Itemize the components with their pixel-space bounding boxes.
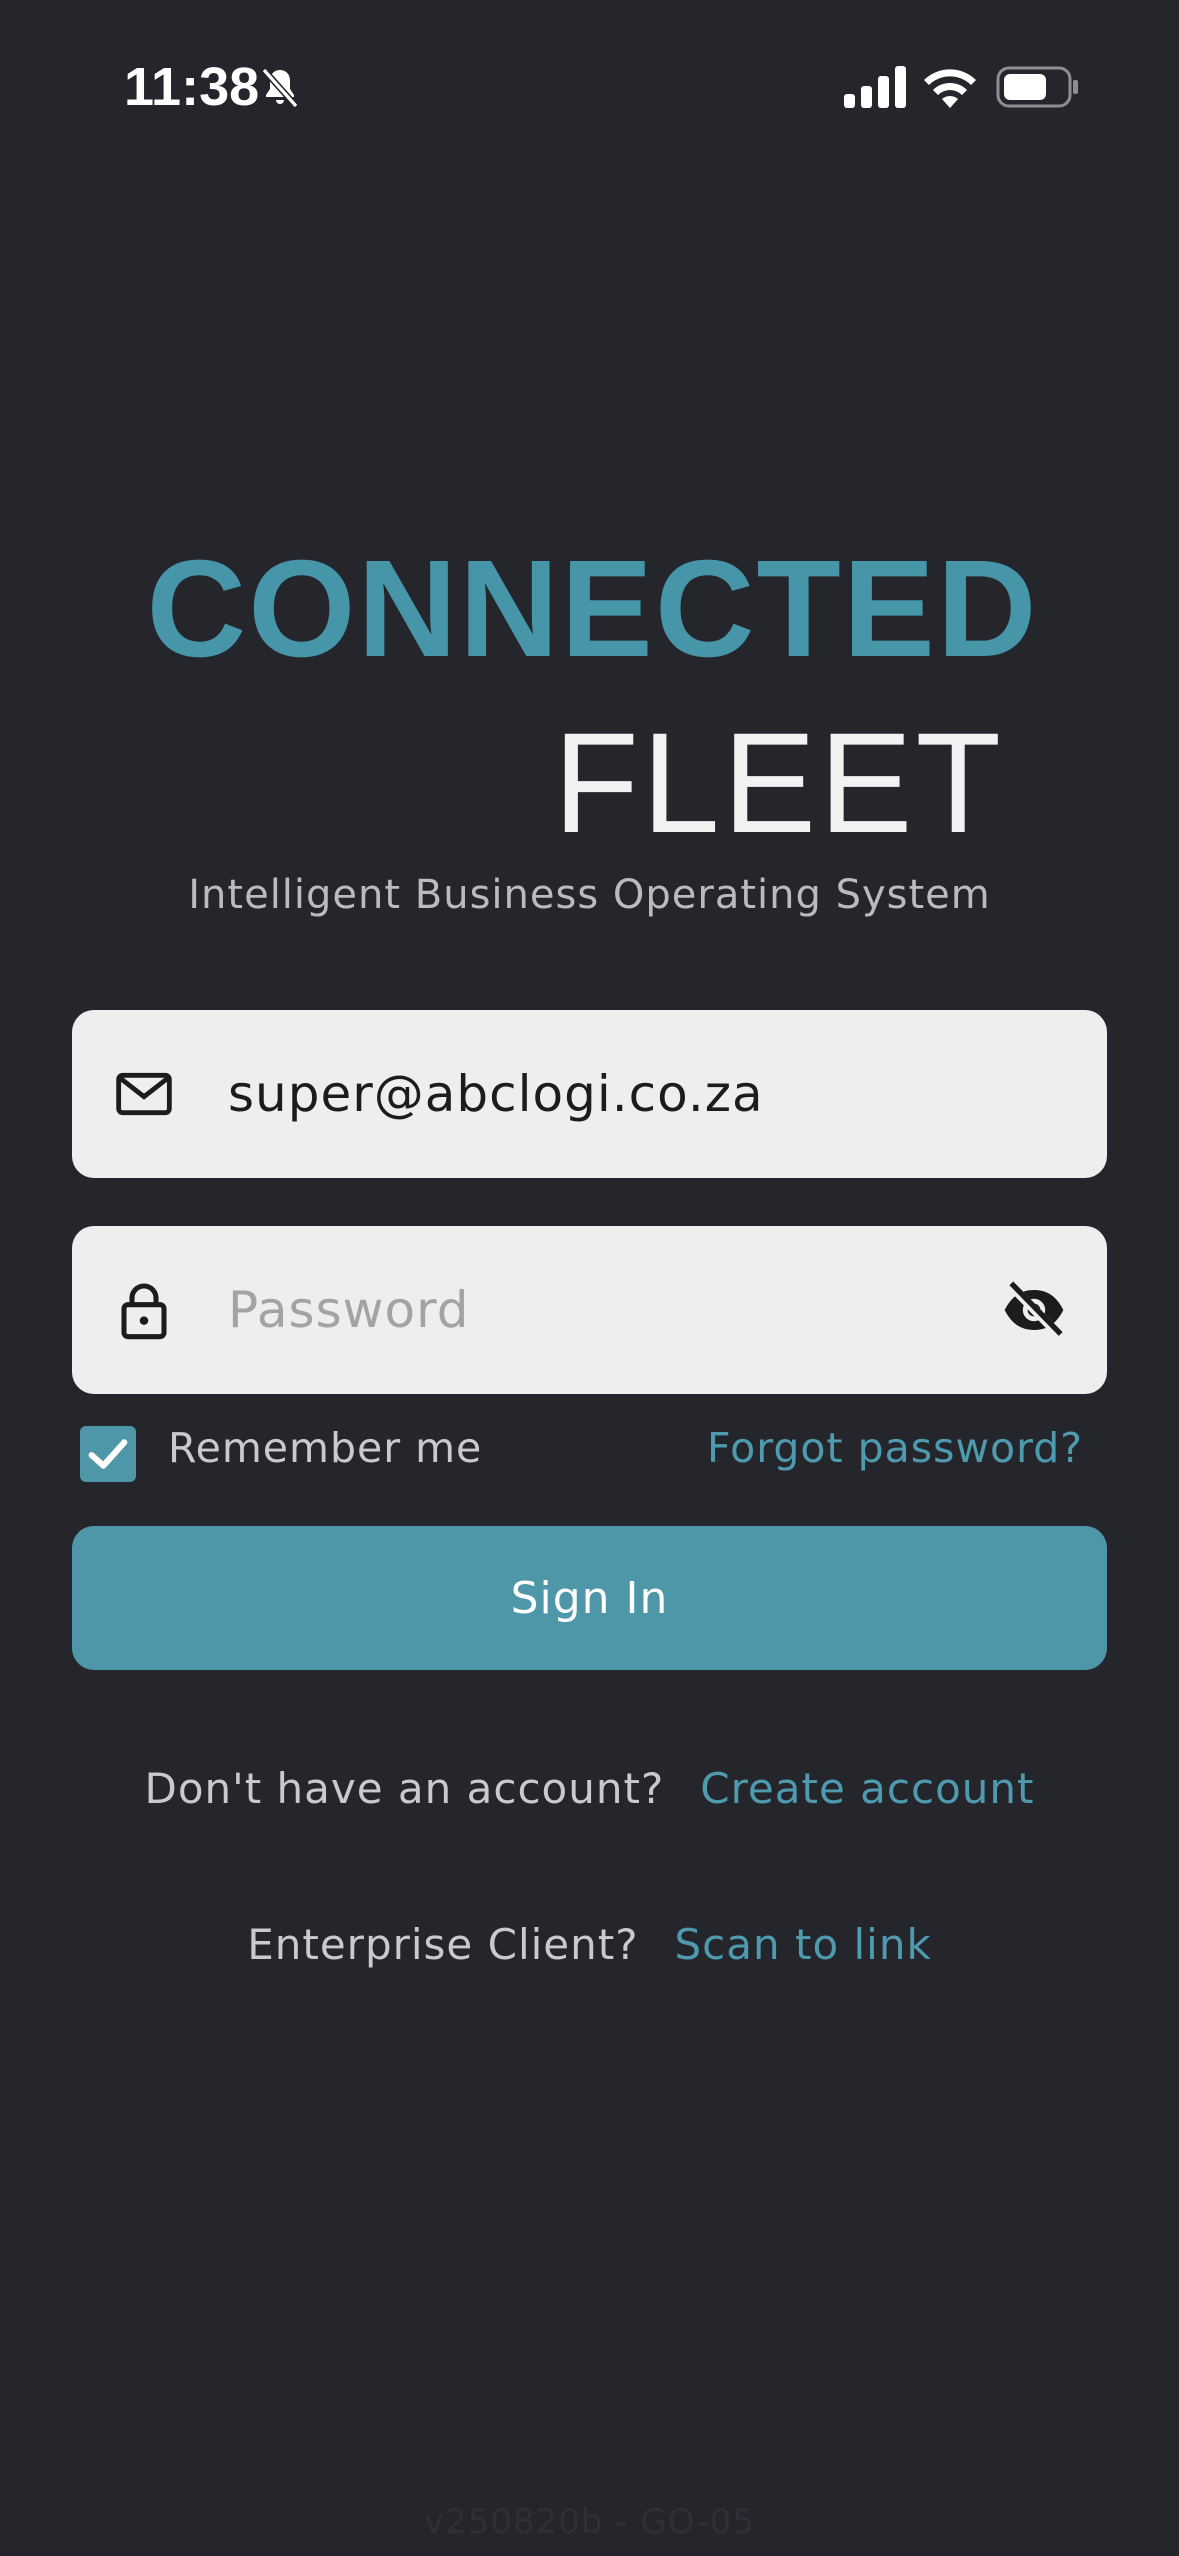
mail-icon bbox=[116, 1072, 172, 1116]
status-time: 11:38 bbox=[124, 57, 260, 117]
cellular-signal-icon bbox=[844, 66, 906, 108]
tagline: Intelligent Business Operating System bbox=[188, 872, 991, 918]
checkmark-icon bbox=[88, 1439, 128, 1469]
email-field[interactable]: super@abclogi.co.za bbox=[72, 1010, 1107, 1178]
remember-label[interactable]: Remember me bbox=[168, 1424, 482, 1472]
logo-connected: CONNECTED bbox=[146, 532, 1039, 686]
email-value[interactable]: super@abclogi.co.za bbox=[228, 1010, 764, 1178]
signup-prompt: Don't have an account? bbox=[144, 1764, 665, 1813]
wifi-icon bbox=[924, 69, 976, 108]
version-label: v250820b - GO-05 bbox=[424, 2502, 755, 2542]
remember-checkbox[interactable] bbox=[80, 1426, 136, 1482]
signup-row: Don't have an account? Create account bbox=[0, 1764, 1179, 1813]
enterprise-row: Enterprise Client? Scan to link bbox=[0, 1920, 1179, 1969]
sign-in-label: Sign In bbox=[510, 1572, 669, 1624]
battery-icon bbox=[996, 66, 1078, 108]
password-field[interactable]: Password bbox=[72, 1226, 1107, 1394]
login-screen: 11:38 CONNECTED FLEET Intelligent Busine… bbox=[0, 0, 1179, 2556]
lock-icon bbox=[121, 1283, 167, 1340]
bell-slash-icon bbox=[261, 67, 299, 109]
enterprise-prompt: Enterprise Client? bbox=[247, 1920, 639, 1969]
logo-fleet: FLEET bbox=[553, 702, 1004, 863]
create-account-link[interactable]: Create account bbox=[700, 1764, 1034, 1813]
scan-to-link-link[interactable]: Scan to link bbox=[675, 1920, 932, 1969]
eye-off-icon[interactable] bbox=[999, 1278, 1069, 1342]
password-placeholder[interactable]: Password bbox=[228, 1226, 470, 1394]
sign-in-button[interactable]: Sign In bbox=[72, 1526, 1107, 1670]
forgot-password-link[interactable]: Forgot password? bbox=[707, 1424, 1083, 1472]
